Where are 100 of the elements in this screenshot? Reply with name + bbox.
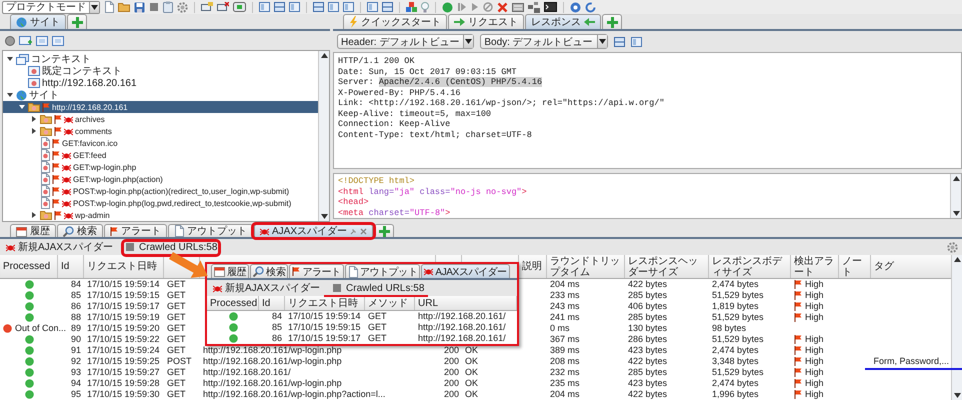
add-tab-button[interactable]	[374, 224, 394, 237]
disclosure-icon[interactable]	[18, 103, 26, 111]
view-dropdown[interactable]: Header: デフォルトビュー	[337, 34, 474, 49]
column-header[interactable]: ノート	[839, 255, 871, 278]
square-icon[interactable]	[149, 2, 159, 12]
column-header[interactable]: Processed	[0, 255, 58, 278]
layout-icon[interactable]	[313, 2, 324, 12]
tree-item[interactable]: http://192.168.20.161	[3, 101, 318, 113]
tree-item[interactable]: 既定コンテキスト	[3, 65, 318, 77]
tab[interactable]: アウトプット	[344, 264, 420, 278]
layout-icon[interactable]	[328, 2, 339, 12]
layout-icon[interactable]	[274, 2, 285, 12]
screen-remove-icon[interactable]	[217, 2, 229, 12]
tab[interactable]: 履歴	[211, 264, 250, 278]
circle-icon[interactable]	[5, 36, 15, 46]
window-icon[interactable]	[52, 36, 64, 46]
scroll-up-icon[interactable]	[320, 53, 328, 58]
tab[interactable]: クイックスタート	[343, 14, 447, 29]
tree-item[interactable]: POST:wp-login.php(log,pwd,redirect_to,testcookie,wp-submit)	[3, 197, 318, 209]
tree-item[interactable]: GET:wp-login.php	[3, 161, 318, 173]
blocks-icon[interactable]	[406, 2, 417, 12]
add-tab-button[interactable]	[602, 14, 622, 29]
save-icon[interactable]	[134, 2, 145, 12]
tab[interactable]: アラート	[104, 224, 167, 237]
scrollbar[interactable]	[950, 174, 961, 218]
hierarchy-icon[interactable]	[528, 2, 540, 12]
scroll-down-icon[interactable]	[320, 214, 328, 219]
document-icon[interactable]	[104, 1, 114, 13]
mode-dropdown[interactable]: プロテクトモード	[2, 0, 100, 14]
help-icon[interactable]	[570, 2, 581, 12]
view-dropdown[interactable]: Body: デフォルトビュー	[480, 34, 608, 49]
window-icon[interactable]	[36, 36, 48, 46]
column-header[interactable]: Id	[259, 296, 285, 310]
column-header[interactable]: レスポンスヘッダーサイズ	[625, 255, 709, 278]
close-icon[interactable]	[360, 228, 368, 234]
pin-icon[interactable]	[350, 228, 358, 234]
new-scan-button[interactable]: 新規AJAXスパイダー	[4, 240, 116, 254]
layout-icon[interactable]	[367, 2, 378, 12]
screen-icon[interactable]	[233, 2, 246, 12]
layout-icon[interactable]	[614, 36, 625, 46]
plus-icon	[72, 16, 82, 28]
column-header[interactable]: ラウンドトリップタイム	[547, 255, 625, 278]
tab[interactable]: レスポンス	[525, 14, 601, 29]
settings-icon[interactable]	[947, 242, 958, 252]
tab[interactable]: AJAXスパイダー	[254, 224, 374, 237]
disclosure-icon[interactable]	[6, 91, 14, 99]
tree-item[interactable]: POST:wp-login.php(action)(redirect_to,user_login,wp-submit)	[3, 185, 318, 197]
grid-icon[interactable]	[512, 2, 524, 12]
folder-icon[interactable]	[118, 2, 130, 12]
tab[interactable]: サイト	[10, 14, 66, 29]
scrollbar[interactable]	[951, 255, 962, 400]
tree-item[interactable]: comments	[3, 125, 318, 137]
layout-icon[interactable]	[382, 2, 393, 12]
layout-icon[interactable]	[343, 2, 354, 12]
tree-item[interactable]: GET:favicon.ico	[3, 137, 318, 149]
window-add-icon[interactable]	[19, 36, 32, 46]
add-tab-button[interactable]	[67, 14, 87, 29]
disclosure-icon[interactable]	[6, 55, 14, 63]
new-scan-button[interactable]: 新規AJAXスパイダー	[211, 281, 322, 295]
scroll-up-icon[interactable]	[952, 176, 960, 181]
tree-item[interactable]: サイト	[3, 89, 318, 101]
column-header[interactable]: Id	[58, 255, 84, 278]
block-icon[interactable]	[483, 2, 493, 12]
disclosure-icon[interactable]	[30, 115, 38, 123]
layout-icon[interactable]	[289, 2, 300, 12]
tree-item[interactable]: archives	[3, 113, 318, 125]
scroll-down-icon[interactable]	[954, 393, 960, 398]
lightbulb-icon[interactable]	[421, 2, 429, 12]
scrollbar[interactable]	[318, 51, 329, 221]
step-icon[interactable]	[457, 2, 467, 12]
scroll-down-icon[interactable]	[952, 211, 960, 216]
tab[interactable]: 検索	[250, 264, 288, 278]
disclosure-icon[interactable]	[30, 127, 38, 135]
column-header[interactable]: リクエスト日時	[84, 255, 164, 278]
column-header[interactable]: レスポンスボディサイズ	[709, 255, 791, 278]
tree-item[interactable]: http://192.168.20.161	[3, 77, 318, 89]
scroll-up-icon[interactable]	[954, 257, 960, 262]
tab[interactable]: アラート	[289, 264, 344, 278]
tree-item[interactable]: コンテキスト	[3, 53, 318, 65]
tree-item[interactable]: GET:feed	[3, 149, 318, 161]
tab[interactable]: AJAXスパイダー	[421, 264, 510, 278]
play-icon[interactable]	[471, 2, 479, 12]
disclosure-icon[interactable]	[30, 211, 38, 219]
column-header[interactable]: 検出アラート	[791, 255, 839, 278]
tab[interactable]: アウトプット	[168, 224, 253, 237]
layout-icon[interactable]	[259, 2, 270, 12]
tree-item[interactable]: GET:wp-login.php(action)	[3, 173, 318, 185]
tab[interactable]: 検索	[57, 224, 103, 237]
tab[interactable]: 履歴	[10, 224, 56, 237]
tab[interactable]: リクエスト	[448, 14, 524, 29]
layout-icon[interactable]	[630, 36, 642, 46]
refresh-icon[interactable]	[585, 2, 596, 12]
column-header[interactable]: Processed	[207, 296, 259, 310]
x-icon[interactable]	[497, 2, 508, 12]
tree-item[interactable]: wp-admin	[3, 209, 318, 221]
start-icon[interactable]	[442, 2, 453, 12]
settings-icon[interactable]	[177, 2, 188, 12]
screen-add-icon[interactable]	[201, 2, 213, 12]
terminal-icon[interactable]	[544, 2, 557, 12]
clipboard-icon[interactable]	[163, 1, 173, 13]
